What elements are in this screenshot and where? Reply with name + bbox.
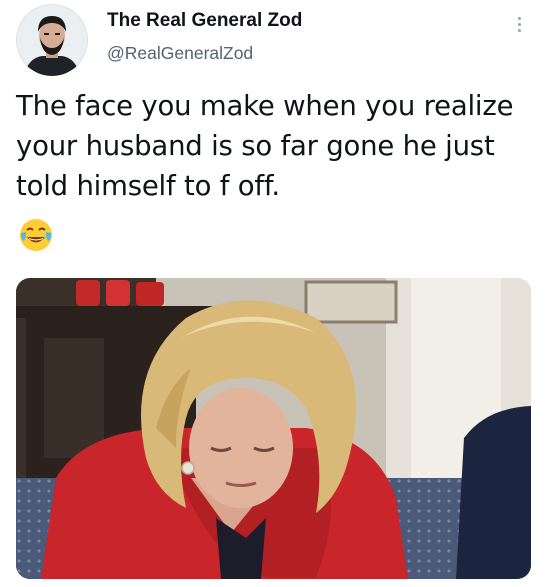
vertical-ellipsis-icon — [517, 16, 521, 20]
ellipsis-dot — [517, 28, 521, 32]
author-handle[interactable]: @RealGeneralZod — [107, 43, 253, 64]
tweet-card[interactable]: The Real General Zod @RealGeneralZod The… — [0, 0, 547, 587]
tweet-media-photo[interactable] — [16, 278, 531, 579]
face-with-tears-of-joy-emoji-icon — [18, 217, 54, 253]
photo-woman-in-red-jacket-icon — [16, 278, 531, 579]
author-display-name[interactable]: The Real General Zod — [107, 10, 302, 32]
profile-photo-icon — [16, 4, 88, 76]
tweet-text: The face you make when you realize your … — [16, 90, 514, 202]
avatar[interactable] — [16, 4, 88, 76]
ellipsis-dot — [517, 22, 521, 26]
more-options-button[interactable] — [509, 12, 529, 36]
